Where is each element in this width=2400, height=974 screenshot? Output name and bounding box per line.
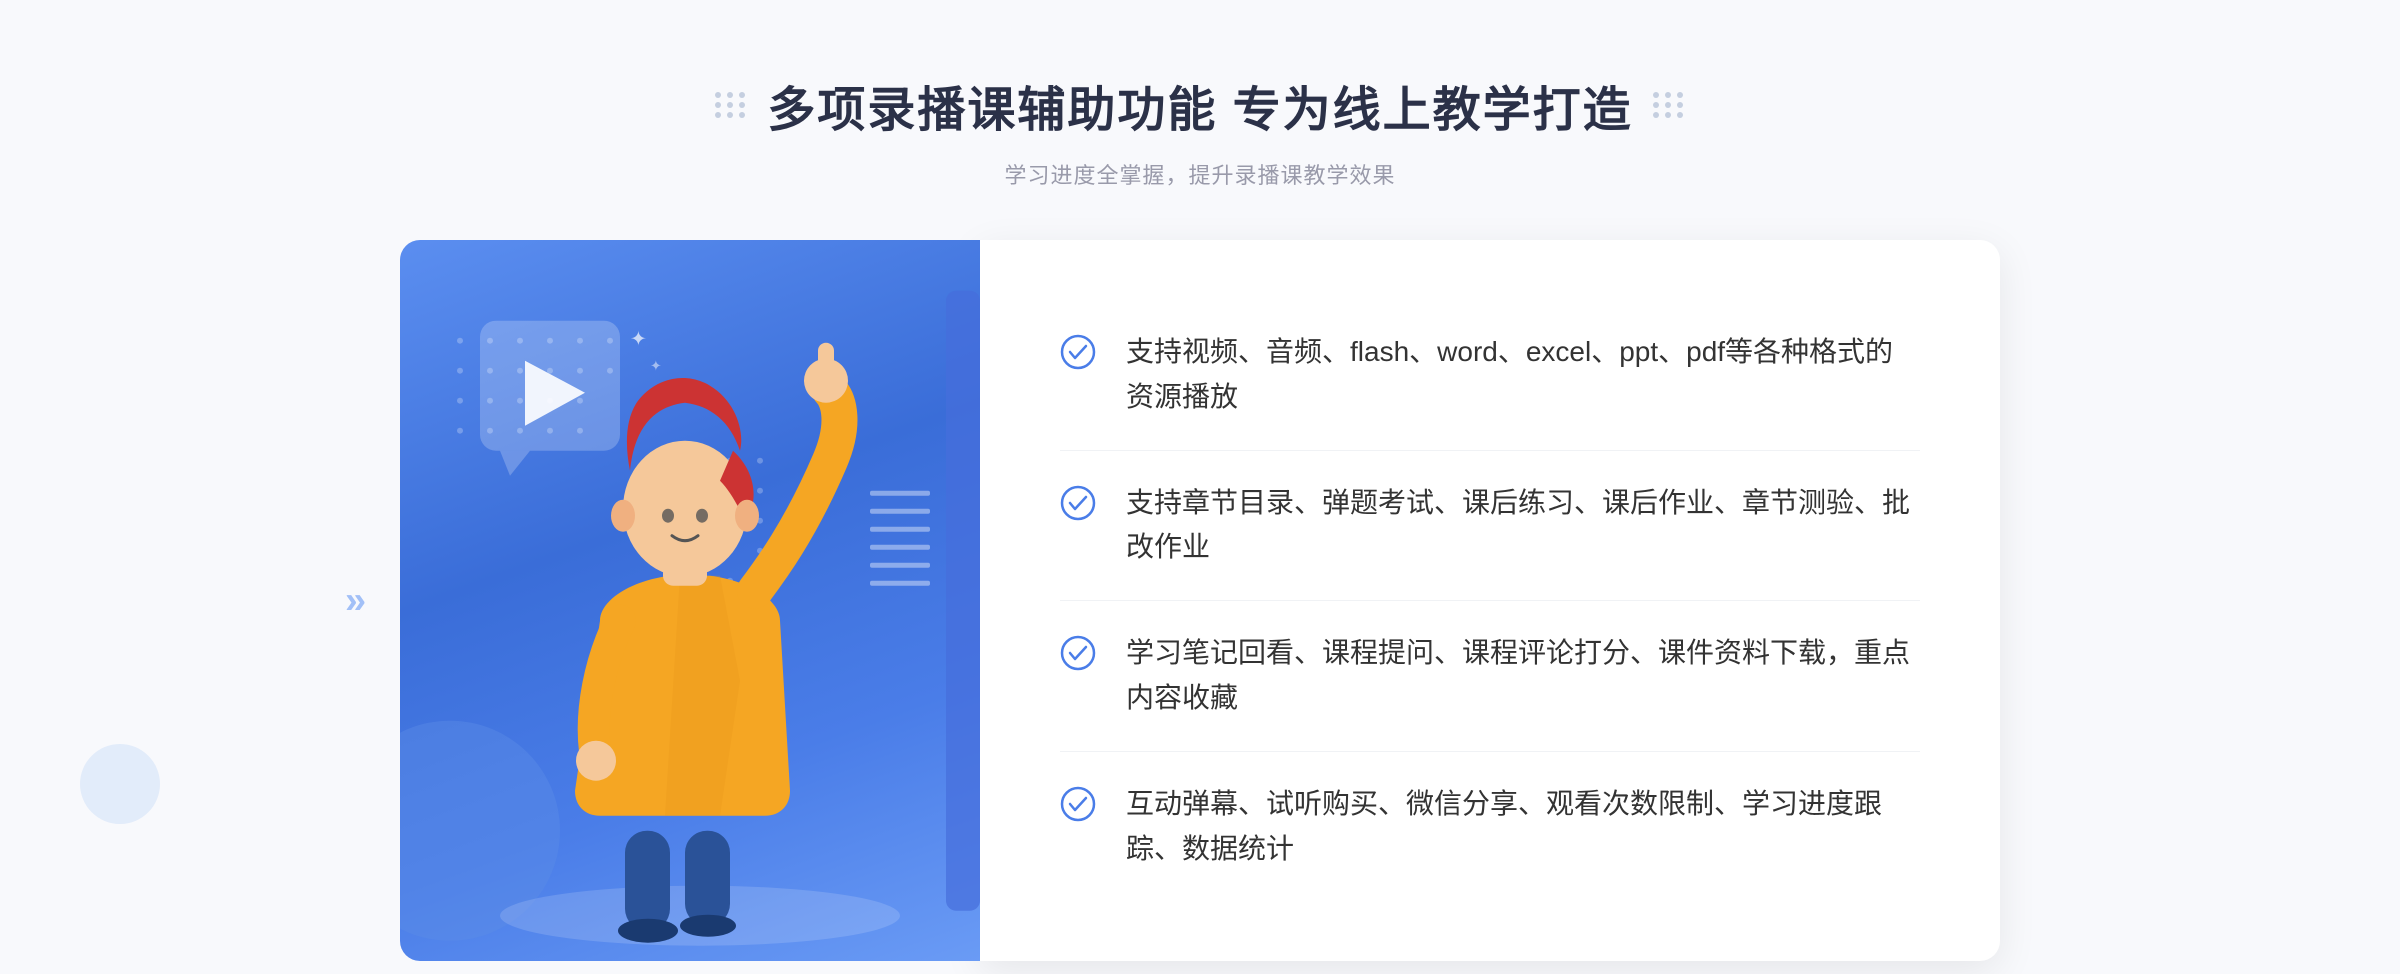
page-title: 多项录播课辅助功能 专为线上教学打造 bbox=[767, 70, 1632, 140]
main-content: ✦ ✦ bbox=[400, 240, 2000, 961]
feature-text-1: 支持视频、音频、flash、word、excel、ppt、pdf等各种格式的资源… bbox=[1126, 330, 1920, 420]
bg-dots-left: // generate dots bbox=[100, 180, 220, 385]
check-icon-4 bbox=[1060, 786, 1096, 822]
feature-text-2: 支持章节目录、弹题考试、课后练习、课后作业、章节测验、批改作业 bbox=[1126, 481, 1920, 571]
illustration-card: ✦ ✦ bbox=[400, 240, 980, 961]
svg-text:✦: ✦ bbox=[630, 329, 647, 351]
feature-item-4: 互动弹幕、试听购买、微信分享、观看次数限制、学习进度跟踪、数据统计 bbox=[1060, 752, 1920, 902]
header-subtitle: 学习进度全掌握，提升录播课教学效果 bbox=[715, 158, 1684, 190]
header-section: 多项录播课辅助功能 专为线上教学打造 学习进度全掌握，提升录播课教学效果 bbox=[715, 0, 1684, 190]
feature-item-2: 支持章节目录、弹题考试、课后练习、课后作业、章节测验、批改作业 bbox=[1060, 451, 1920, 602]
feature-text-3: 学习笔记回看、课程提问、课程评论打分、课件资料下载，重点内容收藏 bbox=[1126, 631, 1920, 721]
check-icon-3 bbox=[1060, 635, 1096, 671]
deco-circle-bottom-left bbox=[80, 744, 160, 824]
feature-item-1: 支持视频、音频、flash、word、excel、ppt、pdf等各种格式的资源… bbox=[1060, 300, 1920, 451]
features-card: 支持视频、音频、flash、word、excel、ppt、pdf等各种格式的资源… bbox=[980, 240, 2000, 961]
check-icon-1 bbox=[1060, 334, 1096, 370]
feature-text-4: 互动弹幕、试听购买、微信分享、观看次数限制、学习进度跟踪、数据统计 bbox=[1126, 782, 1920, 872]
left-arrows-decoration: » bbox=[345, 579, 366, 622]
feature-item-3: 学习笔记回看、课程提问、课程评论打分、课件资料下载，重点内容收藏 bbox=[1060, 601, 1920, 752]
header-dots-left bbox=[715, 92, 747, 118]
check-icon-2 bbox=[1060, 485, 1096, 521]
svg-text:✦: ✦ bbox=[650, 358, 662, 374]
header-dots-right bbox=[1653, 92, 1685, 118]
header-title-row: 多项录播课辅助功能 专为线上教学打造 bbox=[715, 70, 1684, 140]
page-wrapper: // generate dots 多项录播课辅助功能 专为线上教学打造 学习进度… bbox=[0, 0, 2400, 974]
illustration-svg: ✦ ✦ bbox=[400, 240, 980, 961]
